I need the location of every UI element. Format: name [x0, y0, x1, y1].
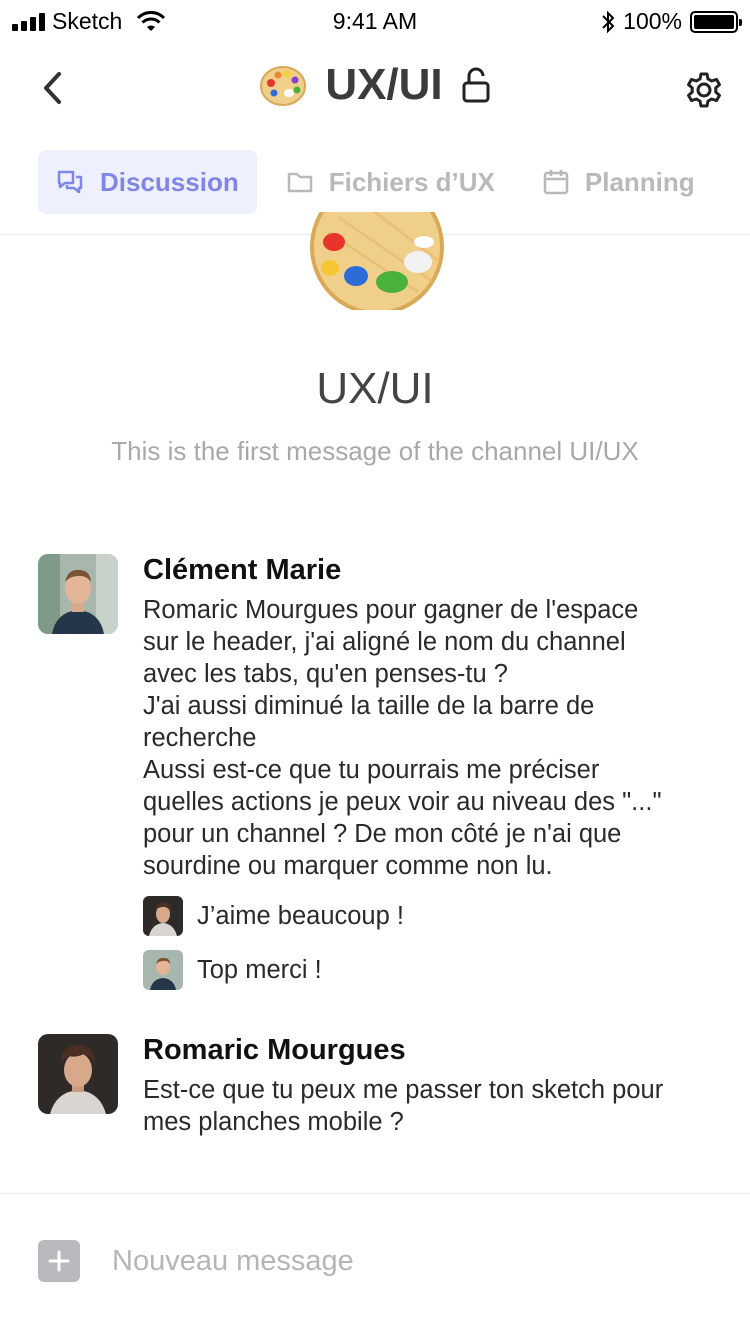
- channel-intro-title: UX/UI: [316, 364, 434, 413]
- tab-label: Discussion: [100, 166, 239, 197]
- channel-header: UX/UI: [0, 50, 750, 130]
- message-author[interactable]: Romaric Mourgues: [143, 1034, 728, 1066]
- header-title-group: UX/UI: [0, 60, 750, 110]
- avatar: [143, 950, 183, 990]
- plus-icon: [48, 1250, 70, 1272]
- tab-fichiers[interactable]: Fichiers d’UX: [269, 150, 513, 214]
- channel-title: UX/UI: [325, 60, 443, 109]
- message-line: Romaric Mourgues pour gagner de l'espace: [143, 596, 639, 624]
- message-text: Est-ce que tu peux me passer ton sketch …: [143, 1074, 728, 1138]
- message-text: Romaric Mourgues pour gagner de l'espace…: [143, 594, 728, 882]
- message-author[interactable]: Clément Marie: [143, 554, 728, 586]
- folder-icon: [287, 171, 313, 193]
- gear-icon: [687, 72, 721, 108]
- battery-percent: 100%: [623, 8, 682, 34]
- artist-palette-icon: [310, 212, 444, 310]
- channel-tabs: Discussion Fichiers d’UX Planning: [38, 150, 725, 214]
- message-body: Clément Marie Romaric Mourgues pour gagn…: [143, 554, 728, 990]
- new-message-input[interactable]: [112, 1244, 672, 1278]
- reply-text: J’aime beaucoup !: [197, 901, 404, 930]
- artist-palette-icon: [260, 66, 307, 106]
- message-item: Romaric Mourgues Est-ce que tu peux me p…: [38, 1034, 728, 1138]
- tab-planning[interactable]: Planning: [525, 150, 713, 214]
- bluetooth-icon: [602, 10, 615, 33]
- message-line: sourdine ou marquer comme non lu.: [143, 852, 553, 880]
- tab-discussion[interactable]: Discussion: [38, 150, 257, 214]
- composer-divider: [0, 1193, 750, 1194]
- channel-intro-description: This is the first message of the channel…: [111, 436, 639, 466]
- chat-bubbles-icon: [56, 169, 84, 195]
- thread-reply[interactable]: Top merci !: [143, 950, 728, 990]
- reply-text: Top merci !: [197, 955, 322, 984]
- message-line: quelles actions je peux voir au niveau d…: [143, 788, 662, 816]
- status-bar: Sketch 9:41 AM 100%: [0, 0, 750, 40]
- message-line: avec les tabs, qu'en penses-tu ?: [143, 660, 508, 688]
- message-line: J'ai aussi diminué la taille de la barre…: [143, 692, 595, 720]
- unlocked-padlock-icon[interactable]: [461, 67, 491, 103]
- channel-emoji-large: [308, 212, 446, 312]
- message-item: Clément Marie Romaric Mourgues pour gagn…: [38, 554, 728, 990]
- thread-reply[interactable]: J’aime beaucoup !: [143, 896, 728, 936]
- avatar[interactable]: [38, 554, 118, 634]
- avatar: [143, 896, 183, 936]
- message-line: Est-ce que tu peux me passer ton sketch …: [143, 1076, 664, 1104]
- message-line: recherche: [143, 724, 257, 752]
- message-line: mes planches mobile ?: [143, 1108, 404, 1136]
- message-composer: [38, 1240, 672, 1282]
- message-line: sur le header, j'ai aligné le nom du cha…: [143, 628, 626, 656]
- message-line: Aussi est-ce que tu pourrais me préciser: [143, 756, 600, 784]
- message-line: pour un channel ? De mon côté je n'ai qu…: [143, 820, 622, 848]
- add-attachment-button[interactable]: [38, 1240, 80, 1282]
- tab-label: Fichiers d’UX: [328, 166, 495, 197]
- status-right: 100%: [601, 8, 742, 35]
- settings-button[interactable]: [684, 70, 724, 110]
- calendar-icon: [543, 169, 569, 195]
- avatar[interactable]: [38, 1034, 118, 1114]
- message-body: Romaric Mourgues Est-ce que tu peux me p…: [143, 1034, 728, 1138]
- tab-label: Planning: [584, 166, 695, 197]
- battery-fill: [694, 14, 734, 29]
- battery-icon: [690, 10, 742, 33]
